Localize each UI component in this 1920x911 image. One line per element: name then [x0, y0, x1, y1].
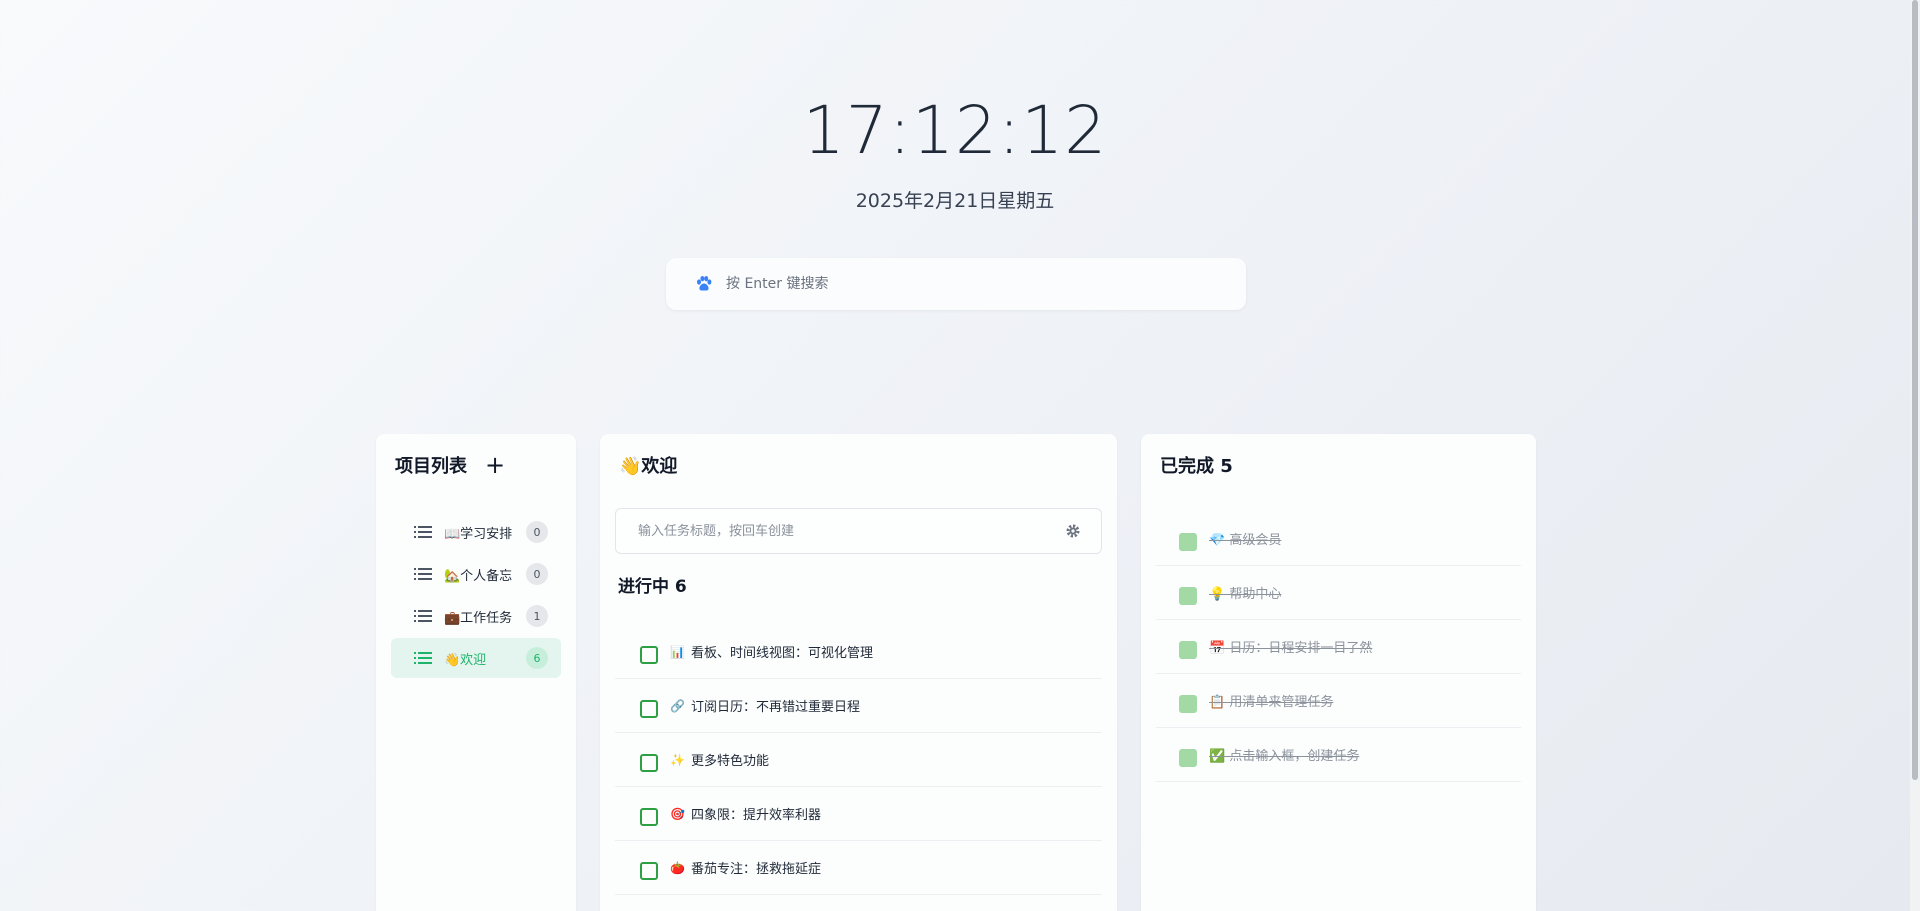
search-input[interactable] — [724, 275, 1208, 293]
paw-icon[interactable] — [695, 275, 713, 293]
completed-row[interactable]: 💡 帮助中心 — [1156, 566, 1521, 620]
completed-checkbox[interactable] — [1179, 640, 1197, 659]
task-row[interactable]: 🔗 订阅日历：不再错过重要日程 — [615, 679, 1102, 733]
search-bar[interactable] — [666, 258, 1246, 310]
project-count-badge: 0 — [526, 521, 548, 543]
completed-label: 💡 帮助中心 — [1209, 587, 1282, 602]
task-emoji: 🔗 — [670, 698, 685, 713]
clock-time: 17:12:12 — [802, 92, 1108, 169]
clock-date: 2025年2月21日星期五 — [855, 190, 1055, 212]
task-input[interactable] — [636, 522, 1065, 540]
completed-row[interactable]: 📅 日历：日程安排一目了然 — [1156, 620, 1521, 674]
task-label: 更多特色功能 — [690, 754, 769, 769]
completed-list: 💎 高级会员 💡 帮助中心 📅 日历：日程安排一目了然 📋 用清单来管理任务 ✅… — [1156, 512, 1521, 782]
completed-label: 💎 高级会员 — [1209, 533, 1282, 548]
add-project-button[interactable]: + — [485, 453, 505, 477]
projects-title: 项目列表 — [395, 456, 467, 477]
task-checkbox[interactable] — [640, 699, 658, 718]
completed-checkbox[interactable] — [1179, 748, 1197, 767]
projects-title-row: 项目列表 + — [395, 452, 505, 478]
completed-row[interactable]: 💎 高级会员 — [1156, 512, 1521, 566]
completed-row[interactable]: 📋 用清单来管理任务 — [1156, 674, 1521, 728]
project-count-badge: 6 — [526, 647, 548, 669]
task-label: 订阅日历：不再错过重要日程 — [690, 700, 860, 715]
list-icon — [414, 652, 432, 664]
list-icon — [414, 568, 432, 580]
projects-panel: 项目列表 + 📖学习安排 0 🏡个人备忘 0 💼工作任务 1 👋欢迎 6 — [376, 434, 576, 911]
list-icon — [414, 610, 432, 622]
task-label: 看板、时间线视图：可视化管理 — [690, 646, 873, 661]
gear-icon[interactable] — [1065, 523, 1081, 539]
task-emoji: 📊 — [670, 644, 685, 659]
completed-label: 📅 日历：日程安排一目了然 — [1209, 641, 1373, 656]
task-emoji: 🍅 — [670, 860, 685, 875]
tasks-panel: 👋欢迎 进行中 6 📊 看板、时间线视图：可视化管理 🔗 订阅日历： — [600, 434, 1117, 911]
project-label: 🏡个人备忘 — [444, 568, 513, 584]
task-list: 📊 看板、时间线视图：可视化管理 🔗 订阅日历：不再错过重要日程 ✨ 更多特色功… — [615, 625, 1102, 895]
scrollbar-thumb[interactable] — [1912, 0, 1918, 780]
completed-panel: 已完成 5 💎 高级会员 💡 帮助中心 📅 日历：日程安排一目了然 📋 用清单来… — [1141, 434, 1536, 911]
task-row[interactable]: 🍅 番茄专注：拯救拖延症 — [615, 841, 1102, 895]
project-label: 📖学习安排 — [444, 526, 513, 542]
task-label: 四象限：提升效率利器 — [690, 808, 821, 823]
project-item-work[interactable]: 💼工作任务 1 — [391, 596, 561, 636]
task-row[interactable]: 📊 看板、时间线视图：可视化管理 — [615, 625, 1102, 679]
page-scrollbar[interactable] — [1910, 0, 1920, 911]
task-checkbox[interactable] — [640, 753, 658, 772]
project-label: 💼工作任务 — [444, 610, 513, 626]
completed-checkbox[interactable] — [1179, 532, 1197, 551]
completed-title: 已完成 5 — [1160, 456, 1233, 477]
in-progress-title: 进行中 6 — [618, 577, 687, 597]
project-item-study[interactable]: 📖学习安排 0 — [391, 512, 561, 552]
task-row[interactable]: ✨ 更多特色功能 — [615, 733, 1102, 787]
task-checkbox[interactable] — [640, 861, 658, 880]
task-checkbox[interactable] — [640, 645, 658, 664]
project-list: 📖学习安排 0 🏡个人备忘 0 💼工作任务 1 👋欢迎 6 — [391, 512, 561, 680]
task-emoji: ✨ — [670, 752, 685, 767]
completed-checkbox[interactable] — [1179, 586, 1197, 605]
project-label: 👋欢迎 — [444, 652, 487, 668]
task-emoji: 🎯 — [670, 806, 685, 821]
task-label: 番茄专注：拯救拖延症 — [690, 862, 821, 877]
project-count-badge: 1 — [526, 605, 548, 627]
completed-label: 📋 用清单来管理任务 — [1209, 695, 1334, 710]
project-title: 👋欢迎 — [619, 456, 678, 477]
completed-row[interactable]: ✅ 点击输入框，创建任务 — [1156, 728, 1521, 782]
task-checkbox[interactable] — [640, 807, 658, 826]
completed-checkbox[interactable] — [1179, 694, 1197, 713]
task-input-box[interactable] — [615, 508, 1102, 554]
completed-label: ✅ 点击输入框，创建任务 — [1209, 749, 1360, 764]
task-row[interactable]: 🎯 四象限：提升效率利器 — [615, 787, 1102, 841]
project-item-personal[interactable]: 🏡个人备忘 0 — [391, 554, 561, 594]
project-count-badge: 0 — [526, 563, 548, 585]
start-page: 17:12:12 2025年2月21日星期五 项目列表 + — [0, 0, 1920, 911]
list-icon — [414, 526, 432, 538]
project-item-welcome[interactable]: 👋欢迎 6 — [391, 638, 561, 678]
